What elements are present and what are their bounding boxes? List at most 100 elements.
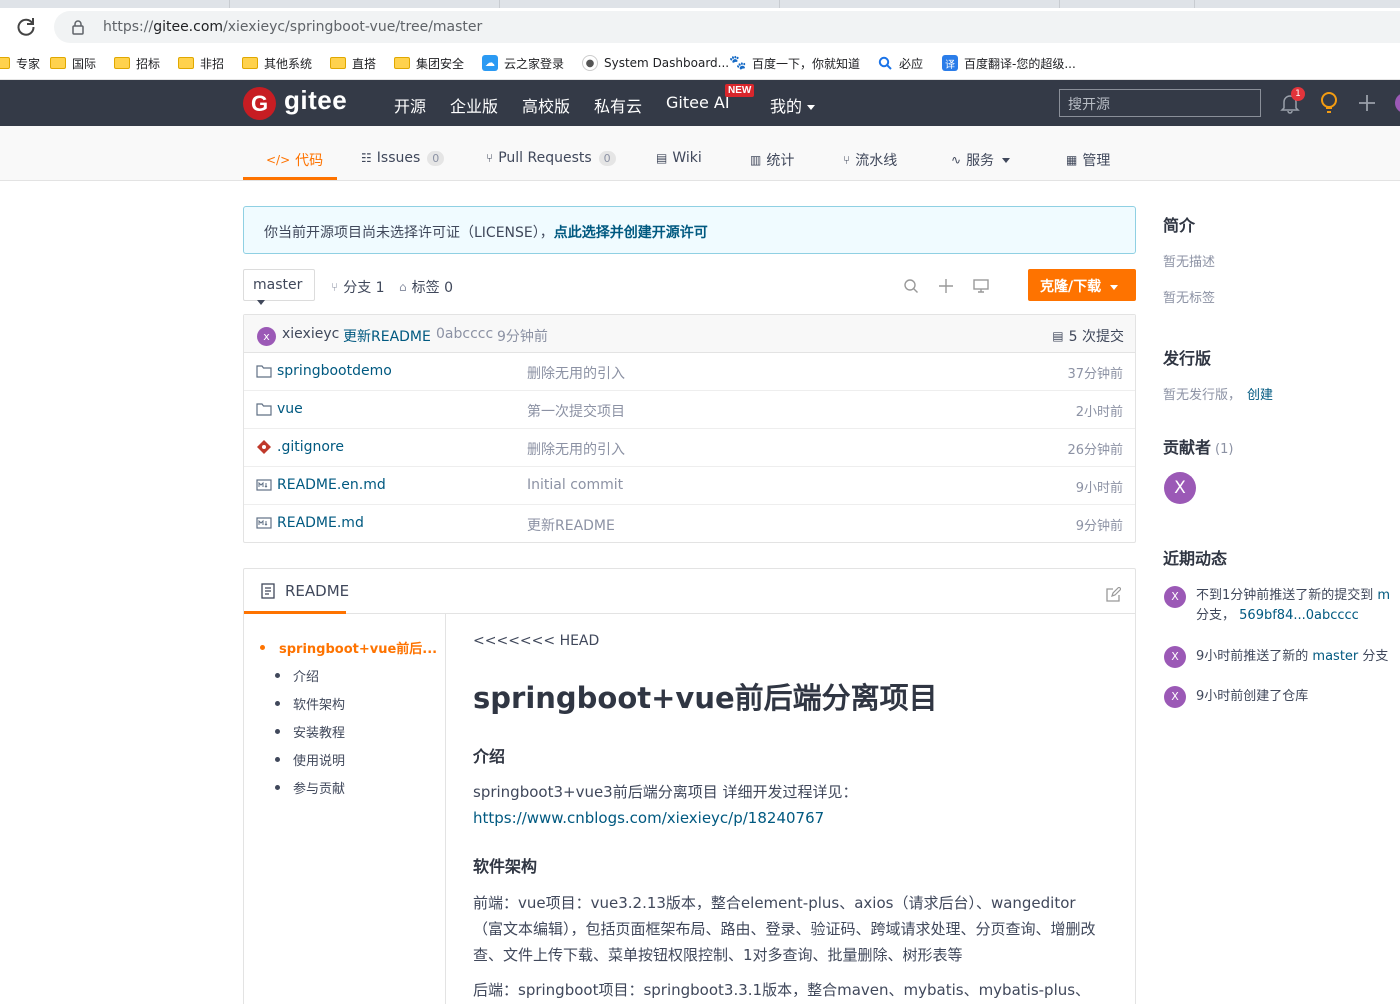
- file-name-link[interactable]: README.en.md: [256, 477, 386, 493]
- branch-link[interactable]: master: [1312, 649, 1358, 664]
- branches-link[interactable]: ⑂ 分支 1: [331, 277, 385, 297]
- translate-icon: 译: [942, 55, 958, 71]
- file-commit-time: 37分钟前: [1067, 367, 1123, 382]
- tag-icon: ⌂: [399, 280, 407, 294]
- bookmark-folder[interactable]: 其他系统: [242, 54, 312, 72]
- avatar[interactable]: X: [1164, 646, 1186, 668]
- sidebar-heading-intro: 简介: [1163, 216, 1196, 235]
- reload-icon[interactable]: [14, 15, 38, 39]
- avatar[interactable]: X: [1164, 686, 1186, 708]
- url-input[interactable]: https://gitee.com/xiexieyc/springboot-vu…: [54, 11, 1400, 43]
- avatar[interactable]: x: [257, 327, 276, 346]
- nav-opensource[interactable]: 开源: [394, 93, 426, 117]
- lock-icon[interactable]: [70, 19, 86, 35]
- web-ide-icon[interactable]: [973, 278, 989, 294]
- file-name-link[interactable]: .gitignore: [256, 439, 344, 455]
- bookmark-site[interactable]: 🐾 百度一下，你就知道: [729, 54, 860, 72]
- commit-message[interactable]: 更新README: [343, 326, 431, 346]
- tab-wiki[interactable]: ▤ Wiki: [656, 150, 702, 166]
- commit-author[interactable]: xiexieyc: [282, 326, 339, 342]
- edit-icon[interactable]: [1106, 587, 1121, 602]
- create-release-link[interactable]: 创建: [1247, 388, 1273, 403]
- commit-hash[interactable]: 0abcccc: [436, 326, 493, 342]
- bookmark-folder[interactable]: 非招: [178, 54, 224, 72]
- bookmark-site[interactable]: 必应: [877, 54, 923, 72]
- search-icon[interactable]: [903, 278, 919, 294]
- nav-enterprise[interactable]: 企业版: [450, 93, 498, 117]
- toc-item[interactable]: 软件架构: [275, 694, 345, 713]
- tags-link[interactable]: ⌂ 标签 0: [399, 277, 453, 297]
- bookmark-site[interactable]: 译百度翻译-您的超级...: [942, 54, 1076, 72]
- sidebar-heading-contributors: 贡献者 (1): [1163, 438, 1234, 457]
- search-input[interactable]: 搜开源: [1059, 89, 1261, 117]
- bookmark-folder[interactable]: 国际: [50, 54, 96, 72]
- readme-header: README: [244, 569, 1135, 614]
- blog-link[interactable]: https://www.cnblogs.com/xiexieyc/p/18240…: [473, 809, 824, 827]
- commit-time: 9分钟前: [497, 329, 548, 345]
- nav-mine[interactable]: 我的: [770, 93, 816, 117]
- pipeline-icon: ⑂: [843, 153, 851, 167]
- folder-icon: [114, 57, 130, 69]
- last-commit-row: x xiexieyc 更新README 0abcccc 9分钟前 ▤ 5 次提交: [244, 315, 1135, 353]
- toc-item[interactable]: 参与贡献: [275, 778, 345, 797]
- nav-education[interactable]: 高校版: [522, 93, 570, 117]
- tab-manage[interactable]: ▦ 管理: [1066, 150, 1110, 170]
- gitee-logo-text[interactable]: gitee: [284, 85, 347, 116]
- bullet-icon: [275, 757, 280, 762]
- branch-link[interactable]: m: [1377, 588, 1390, 603]
- bookmark-folder[interactable]: 集团安全: [394, 54, 464, 72]
- file-commit-time: 26分钟前: [1067, 443, 1123, 458]
- tab-pipeline[interactable]: ⑂ 流水线: [843, 150, 897, 170]
- readme-tab[interactable]: README: [261, 582, 349, 600]
- file-commit-message[interactable]: 第一次提交项目: [527, 401, 625, 421]
- bookmark-site[interactable]: ☁ 云之家登录: [482, 54, 564, 72]
- clone-download-button[interactable]: 克隆/下载: [1028, 269, 1136, 301]
- sidebar-heading-activity: 近期动态: [1163, 549, 1228, 568]
- branch-select[interactable]: master: [243, 269, 315, 305]
- repo-tabs: </> 代码 ☷ Issues 0 ⑂ Pull Requests 0 ▤ Wiki ▥ 统计…: [0, 126, 1400, 181]
- add-file-icon[interactable]: [938, 278, 954, 294]
- file-commit-message[interactable]: 更新README: [527, 515, 615, 535]
- file-commit-time: 9小时前: [1075, 481, 1123, 496]
- toc-item[interactable]: 使用说明: [275, 750, 345, 769]
- file-name-link[interactable]: springbootdemo: [256, 363, 392, 379]
- table-row: .gitignore 删除无用的引入 26分钟前: [244, 429, 1135, 467]
- toc-item[interactable]: springboot+vue前后...: [260, 638, 437, 657]
- tab-service[interactable]: ∿ 服务: [951, 150, 1011, 170]
- bookmark-folder[interactable]: 专家: [0, 54, 40, 72]
- file-commit-message[interactable]: 删除无用的引入: [527, 439, 625, 459]
- bookmark-site[interactable]: ● System Dashboard...: [582, 54, 729, 72]
- tab-pull-requests[interactable]: ⑂ Pull Requests 0: [486, 150, 616, 166]
- gitee-logo-icon[interactable]: G: [243, 87, 276, 120]
- nav-private-cloud[interactable]: 私有云: [594, 93, 642, 117]
- lightbulb-icon[interactable]: [1318, 91, 1340, 115]
- bookmark-folder[interactable]: 招标: [114, 54, 160, 72]
- file-table: x xiexieyc 更新README 0abcccc 9分钟前 ▤ 5 次提交 …: [243, 314, 1136, 543]
- bullet-icon: [275, 701, 280, 706]
- file-commit-message[interactable]: Initial commit: [527, 477, 623, 493]
- bookmarks-bar: 专家 国际 招标 非招 其他系统 直搭 集团安全 ☁ 云之家登录 ● System …: [0, 46, 1400, 80]
- license-link[interactable]: 点此选择并创建开源许可: [554, 225, 708, 241]
- bookmark-folder[interactable]: 直搭: [330, 54, 376, 72]
- contributor-avatar[interactable]: X: [1164, 472, 1196, 504]
- file-name-link[interactable]: README.md: [256, 515, 364, 531]
- user-avatar[interactable]: [1395, 93, 1400, 113]
- file-commit-message[interactable]: 删除无用的引入: [527, 363, 625, 383]
- commit-range-link[interactable]: 569bf84...0abcccc: [1239, 608, 1359, 623]
- avatar[interactable]: X: [1164, 586, 1186, 608]
- toc-item[interactable]: 安装教程: [275, 722, 345, 741]
- file-commit-time: 2小时前: [1075, 405, 1123, 420]
- url-text: https://gitee.com/xiexieyc/springboot-vu…: [103, 19, 483, 35]
- nav-gitee-ai[interactable]: Gitee AI: [666, 93, 730, 112]
- new-badge: NEW: [725, 84, 755, 97]
- file-name-link[interactable]: vue: [256, 401, 303, 417]
- document-icon: [261, 583, 275, 599]
- commits-count-link[interactable]: ▤ 5 次提交: [1052, 326, 1124, 346]
- tab-issues[interactable]: ☷ Issues 0: [361, 150, 445, 166]
- tab-code[interactable]: </> 代码: [266, 150, 323, 170]
- tab-stats[interactable]: ▥ 统计: [750, 150, 794, 170]
- folder-icon: [394, 57, 410, 69]
- toc-item[interactable]: 介绍: [275, 666, 319, 685]
- plus-icon[interactable]: [1356, 92, 1378, 114]
- chevron-down-icon: [1002, 157, 1011, 163]
